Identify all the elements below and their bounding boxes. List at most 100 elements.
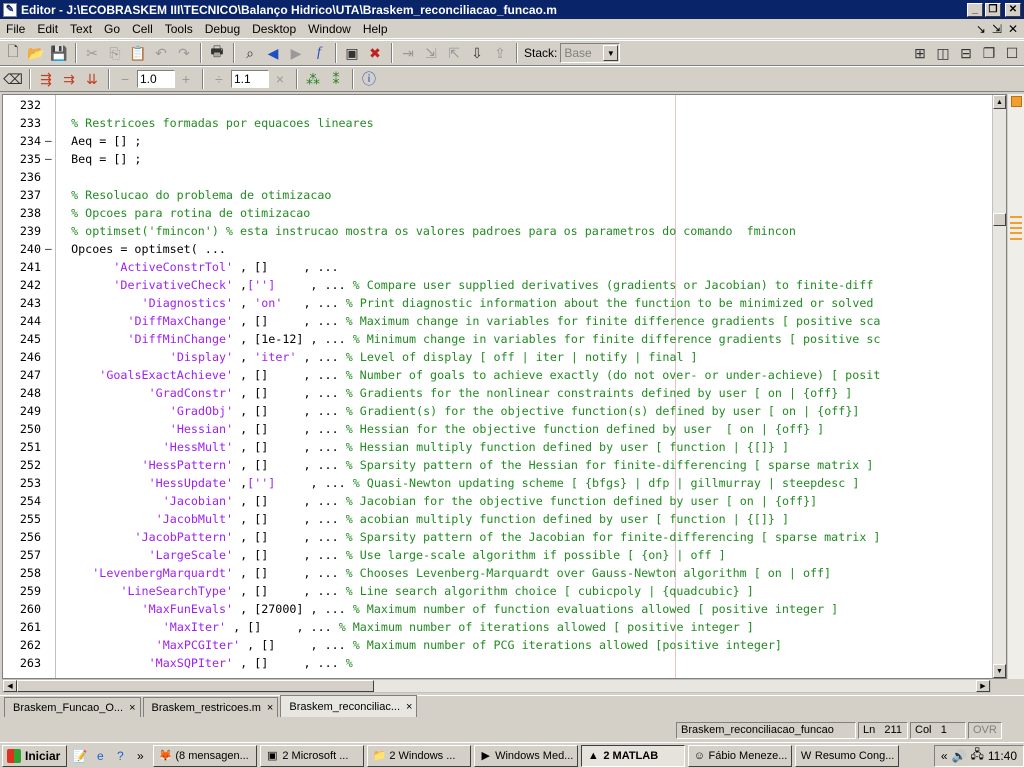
breakpoint-dash-marker[interactable] — [45, 618, 53, 636]
code-line[interactable]: 'DiffMinChange' , [1e-12] , ... % Minimu… — [128, 330, 881, 348]
menu-go[interactable]: Go — [98, 22, 126, 36]
chevron-down-icon[interactable]: ▼ — [603, 45, 619, 61]
code-line[interactable]: 'Diagnostics' , 'on' , ... % Print diagn… — [142, 294, 874, 312]
plus-icon[interactable]: + — [175, 68, 197, 90]
mlint-warning-mark[interactable] — [1010, 227, 1022, 229]
set-breakpoint-icon[interactable]: ▣ — [341, 42, 363, 64]
breakpoint-dash-marker[interactable]: — — [45, 240, 53, 258]
undock-icon[interactable]: ↘ — [976, 22, 986, 36]
breakpoint-dash-marker[interactable] — [45, 366, 53, 384]
network-icon[interactable]: 🖧 — [970, 745, 983, 766]
continue-icon[interactable]: ⇩ — [466, 42, 488, 64]
taskbar-button[interactable]: ☺ Fábio Meneze... — [688, 744, 793, 767]
open-file-icon[interactable]: 📂 — [25, 42, 47, 64]
breakpoint-dash-marker[interactable] — [45, 258, 53, 276]
breakpoint-dash-marker[interactable] — [45, 564, 53, 582]
breakpoint-dash-marker[interactable] — [45, 222, 53, 240]
more-quicklaunch-icon[interactable]: » — [131, 747, 149, 765]
eval-cell-icon[interactable]: ⇶ — [35, 68, 57, 90]
vertical-scroll-thumb[interactable] — [993, 213, 1006, 226]
code-line[interactable]: 'GradConstr' , [] , ... % Gradients for … — [149, 384, 853, 402]
menu-window[interactable]: Window — [302, 22, 357, 36]
breakpoint-dash-marker[interactable] — [45, 402, 53, 420]
print-icon[interactable]: 🖶 — [206, 42, 228, 64]
speaker-icon[interactable]: 🔊 — [952, 749, 967, 763]
code-line[interactable]: 'MaxSQPIter' , [] , ... % — [149, 654, 353, 672]
show-cell-titles-icon[interactable]: ⁂ — [302, 68, 324, 90]
code-line[interactable]: 'GoalsExactAchieve' , [] , ... % Number … — [99, 366, 880, 384]
breakpoint-dash-marker[interactable] — [45, 582, 53, 600]
restore-button[interactable]: ❐ — [985, 2, 1001, 17]
code-line[interactable]: 'Jacobian' , [] , ... % Jacobian for the… — [163, 492, 817, 510]
taskbar-button[interactable]: W Resumo Cong... — [795, 744, 900, 767]
tab-braskem-restricoes[interactable]: Braskem_restricoes.m × — [142, 697, 279, 717]
tab-braskem-funcao[interactable]: Braskem_Funcao_O... × — [4, 697, 141, 717]
taskbar-button[interactable]: 🦊 (8 mensagen... — [153, 744, 258, 767]
menu-tools[interactable]: Tools — [159, 22, 199, 36]
find-binoculars-icon[interactable]: ⌕ — [239, 42, 261, 64]
exit-debug-icon[interactable]: ⇪ — [489, 42, 511, 64]
scroll-right-icon[interactable]: ▶ — [976, 680, 990, 692]
breakpoint-dash-marker[interactable] — [45, 186, 53, 204]
new-file-icon[interactable]: 🗋 — [2, 42, 24, 64]
menu-file[interactable]: File — [0, 22, 31, 36]
undo-icon[interactable]: ↶ — [150, 42, 172, 64]
breakpoint-dash-marker[interactable] — [45, 528, 53, 546]
breakpoint-dash-marker[interactable] — [45, 384, 53, 402]
cell-options-icon[interactable]: ⁑ — [325, 68, 347, 90]
code-line[interactable]: 'LevenbergMarquardt' , [] , ... % Choose… — [92, 564, 831, 582]
clear-breakpoints-icon[interactable]: ✖ — [364, 42, 386, 64]
mlint-indicator-bar[interactable] — [1008, 94, 1024, 679]
info-icon[interactable]: ⓘ — [358, 68, 380, 90]
cut-icon[interactable]: ✂ — [81, 42, 103, 64]
code-line[interactable]: Opcoes = optimset( ... — [71, 240, 226, 258]
code-line[interactable]: 'DiffMaxChange' , [] , ... % Maximum cha… — [128, 312, 881, 330]
breakpoint-dash-marker[interactable] — [45, 456, 53, 474]
forward-arrow-icon[interactable]: ▶ — [285, 42, 307, 64]
dock-pin-icon[interactable]: ⇲ — [992, 22, 1002, 36]
internet-explorer-icon[interactable]: e — [91, 747, 109, 765]
breakpoint-dash-marker[interactable] — [45, 204, 53, 222]
horizontal-scroll-thumb[interactable] — [17, 680, 374, 692]
divide-icon[interactable]: ÷ — [208, 68, 230, 90]
code-line[interactable]: % Restricoes formadas por equacoes linea… — [71, 114, 374, 132]
multiply-icon[interactable]: × — [269, 68, 291, 90]
code-line[interactable]: 'Display' , 'iter' , ... % Level of disp… — [170, 348, 698, 366]
eval-file-icon[interactable]: ⇊ — [81, 68, 103, 90]
code-line[interactable]: Aeq = [] ; — [71, 132, 141, 150]
code-line[interactable]: 'MaxIter' , [] , ... % Maximum number of… — [163, 618, 754, 636]
code-line[interactable]: 'JacobMult' , [] , ... % acobian multipl… — [156, 510, 789, 528]
back-arrow-icon[interactable]: ◀ — [262, 42, 284, 64]
paste-icon[interactable]: 📋 — [127, 42, 149, 64]
menu-help[interactable]: Help — [357, 22, 394, 36]
tab-braskem-reconciliacao[interactable]: Braskem_reconciliac... × — [280, 695, 418, 717]
breakpoint-dash-marker[interactable]: — — [45, 132, 53, 150]
taskbar-button[interactable]: ▲ 2 MATLAB — [581, 744, 686, 767]
float-window-icon[interactable]: ❐ — [978, 42, 1000, 64]
code-line[interactable]: % Opcoes para rotina de otimizacao — [71, 204, 310, 222]
redo-icon[interactable]: ↷ — [173, 42, 195, 64]
vertical-scrollbar[interactable]: ▲ ▼ — [992, 95, 1006, 678]
start-button[interactable]: Iniciar — [2, 744, 68, 767]
code-line[interactable]: 'ActiveConstrTol' , [] , ... — [113, 258, 338, 276]
mlint-warning-mark[interactable] — [1010, 238, 1022, 240]
breakpoint-dash-marker[interactable] — [45, 312, 53, 330]
breakpoint-dash-marker[interactable] — [45, 546, 53, 564]
tray-chevron-icon[interactable]: « — [941, 749, 948, 763]
save-icon[interactable]: 💾 — [48, 42, 70, 64]
mlint-warning-mark[interactable] — [1010, 222, 1022, 224]
breakpoint-dash-marker[interactable] — [45, 420, 53, 438]
eval-cell-advance-icon[interactable]: ⇉ — [58, 68, 80, 90]
code-line[interactable]: % Resolucao do problema de otimizacao — [71, 186, 331, 204]
code-line[interactable]: 'DerivativeCheck' ,[''] , ... % Compare … — [113, 276, 873, 294]
breakpoint-dash-marker[interactable] — [45, 330, 53, 348]
step-out-icon[interactable]: ⇱ — [443, 42, 465, 64]
breakpoint-dash-marker[interactable]: — — [45, 150, 53, 168]
code-line[interactable]: 'HessMult' , [] , ... % Hessian multiply… — [163, 438, 789, 456]
code-line[interactable]: 'HessUpdate' ,[''] , ... % Quasi-Newton … — [149, 474, 860, 492]
stacked-layout-icon[interactable]: ⊟ — [955, 42, 977, 64]
breakpoint-dash-marker[interactable] — [45, 96, 53, 114]
code-editor[interactable]: 232 233 234 — 235 — 236 237 238 239 240 — 241 242 243 2… — [2, 94, 1007, 679]
code-line[interactable]: 'MaxPCGIter' , [] , ... % Maximum number… — [156, 636, 782, 654]
close-editor-icon[interactable]: ✕ — [1008, 22, 1018, 36]
